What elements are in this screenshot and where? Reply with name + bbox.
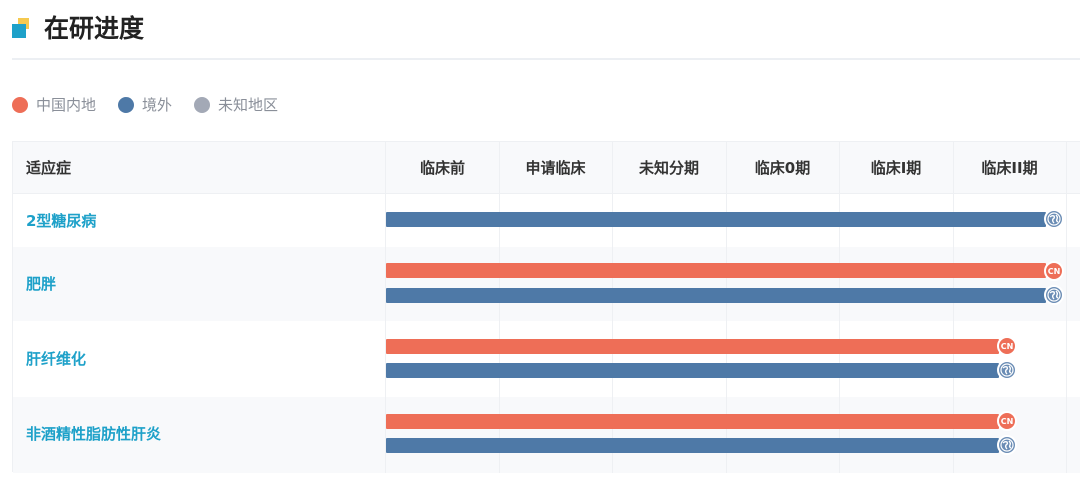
globe-icon bbox=[997, 435, 1017, 455]
badge-label: CN bbox=[1000, 416, 1014, 426]
cn-badge: CN bbox=[1044, 261, 1064, 281]
indication-link[interactable]: 非酒精性脂肪性肝炎 bbox=[26, 423, 161, 445]
table-row bbox=[13, 321, 1080, 397]
table-row bbox=[13, 247, 1080, 321]
header-divider bbox=[12, 58, 1080, 60]
grid-line bbox=[1066, 142, 1067, 473]
badge-label: CN bbox=[1047, 266, 1061, 276]
progress-bar-cn[interactable] bbox=[386, 263, 1046, 278]
column-header-stage: 临床II期 bbox=[981, 159, 1038, 177]
legend-dot-icon bbox=[194, 97, 211, 113]
table-header: 适应症 临床前 申请临床 未知分期 临床0期 临床I期 临床II期 bbox=[13, 142, 1080, 194]
column-header-stage: 临床0期 bbox=[754, 159, 811, 177]
legend-dot-icon bbox=[12, 97, 28, 113]
column-header-stage: 临床前 bbox=[419, 159, 465, 177]
legend-label: 境外 bbox=[142, 96, 173, 114]
cn-badge: CN bbox=[997, 336, 1017, 356]
globe-icon bbox=[1044, 285, 1064, 305]
title-squares-icon bbox=[12, 18, 32, 38]
legend: 中国内地 境外 未知地区 bbox=[12, 94, 300, 116]
progress-bar-overseas[interactable] bbox=[386, 288, 1046, 303]
progress-bar-overseas[interactable] bbox=[386, 212, 1046, 227]
column-header-indication: 适应症 bbox=[26, 159, 72, 177]
progress-table: 适应症 临床前 申请临床 未知分期 临床0期 临床I期 临床II期 2型糖尿病 … bbox=[12, 141, 1080, 473]
legend-label: 未知地区 bbox=[218, 96, 279, 114]
progress-bar-cn[interactable] bbox=[386, 339, 999, 354]
indication-link[interactable]: 肥胖 bbox=[26, 273, 56, 295]
column-header-stage: 申请临床 bbox=[525, 159, 586, 177]
legend-label: 中国内地 bbox=[36, 96, 97, 114]
column-header-stage: 未知分期 bbox=[638, 159, 699, 177]
legend-item-unknown[interactable]: 未知地区 bbox=[194, 94, 278, 116]
section-header: 在研进度 bbox=[0, 0, 1080, 60]
progress-bar-cn[interactable] bbox=[386, 414, 999, 429]
column-header-stage: 临床I期 bbox=[870, 159, 922, 177]
badge-label: CN bbox=[1000, 341, 1014, 351]
progress-bar-overseas[interactable] bbox=[386, 438, 999, 453]
progress-bar-overseas[interactable] bbox=[386, 363, 999, 378]
legend-item-cn[interactable]: 中国内地 bbox=[12, 94, 96, 116]
legend-item-overseas[interactable]: 境外 bbox=[118, 94, 172, 116]
legend-dot-icon bbox=[118, 97, 135, 113]
table-row bbox=[13, 397, 1080, 473]
indication-link[interactable]: 2型糖尿病 bbox=[26, 210, 96, 232]
globe-icon bbox=[997, 360, 1017, 380]
indication-link[interactable]: 肝纤维化 bbox=[26, 348, 86, 370]
page-title: 在研进度 bbox=[44, 14, 145, 43]
globe-icon bbox=[1044, 209, 1064, 229]
cn-badge: CN bbox=[997, 411, 1017, 431]
